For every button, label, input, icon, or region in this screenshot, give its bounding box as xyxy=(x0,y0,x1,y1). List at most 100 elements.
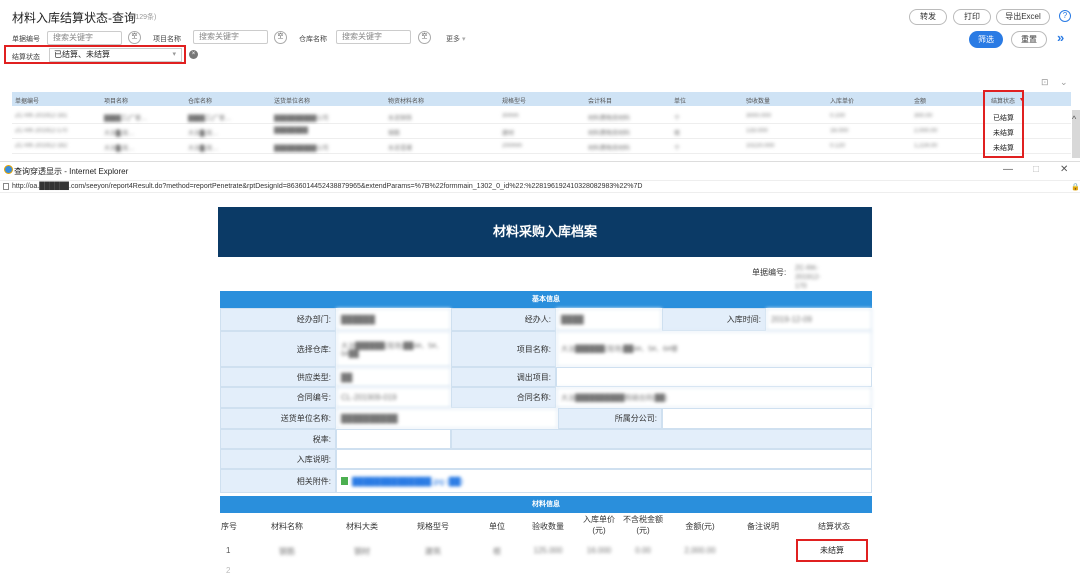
close-icon[interactable]: ✕ xyxy=(1060,164,1068,175)
grid-cell: 大治█(现… xyxy=(188,131,219,137)
grid-cell: 个 xyxy=(674,116,681,122)
grid-column-header[interactable]: 规格型号 xyxy=(502,96,526,105)
print-button[interactable]: 打印 xyxy=(953,9,991,25)
supplier-label: 送货单位名称: xyxy=(220,408,336,429)
transfer-project-value xyxy=(556,367,872,387)
forward-button[interactable]: 转发 xyxy=(909,9,947,25)
scroll-up-icon[interactable]: ^ xyxy=(1072,114,1076,124)
more-filters-link[interactable]: 更多 ▾ xyxy=(446,34,465,44)
export-icon[interactable]: ⊡ xyxy=(1041,77,1049,88)
grid-cell: ██████████公司 xyxy=(274,116,329,122)
supply-type-value: ██ xyxy=(336,367,451,387)
grid-column-header[interactable]: 会计科目 xyxy=(588,96,612,105)
grid-cell: 水泥混凝 xyxy=(388,146,413,152)
material-column-header: 不含税金额 (元) xyxy=(623,515,663,535)
grid-cell: ZC-RK-201912-162 xyxy=(15,143,68,149)
material-cell: 钢材 xyxy=(354,547,370,556)
grid-cell: 0.120 xyxy=(830,143,846,149)
grid-cell: ████工(广管… xyxy=(188,116,232,122)
ie-logo-icon xyxy=(4,165,13,174)
grid-cell: 3000.000 xyxy=(746,113,772,119)
material-cell: 2 xyxy=(226,566,231,575)
material-column-header: 材料名称 xyxy=(271,522,303,531)
empty-cell xyxy=(451,429,872,449)
clear-icon[interactable]: × xyxy=(189,50,198,59)
ie-titlebar xyxy=(0,161,1080,180)
minimize-icon[interactable]: — xyxy=(1003,164,1013,175)
warehouse-value: 大冶██████(现场)██4#、5#、6#██ xyxy=(336,331,451,367)
maximize-icon[interactable]: □ xyxy=(1033,164,1039,175)
contract-name-value: 大冶██████████购销合同(██) xyxy=(556,387,872,408)
contract-no-label: 合同编号: xyxy=(220,387,336,408)
page-title: 材料入库结算状态-查询 xyxy=(12,11,136,25)
material-column-header: 序号 xyxy=(221,522,237,531)
material-column-header: 材料大类 xyxy=(346,522,378,531)
material-column-header: 备注说明 xyxy=(747,522,779,531)
grid-cell: 大治█(现… xyxy=(188,146,219,152)
grid-row[interactable] xyxy=(12,110,1071,124)
grid-column-header[interactable]: 单据编号 xyxy=(15,96,39,105)
doc-no-empty-toggle[interactable]: 空 xyxy=(128,31,141,44)
supplier-value: ██████████ xyxy=(336,408,558,429)
status-cell: 未结算 xyxy=(796,539,868,562)
branch-value xyxy=(662,408,872,429)
material-cell: 0.00 xyxy=(635,546,651,555)
export-excel-button[interactable]: 导出Excel xyxy=(996,9,1050,25)
grid-column-header[interactable]: 验收数量 xyxy=(746,96,770,105)
grid-column-header[interactable]: 单位 xyxy=(674,96,686,105)
transfer-project-label: 调出项目: xyxy=(451,367,556,387)
doc-no-label: 单据编号: xyxy=(752,268,787,277)
filter-button[interactable]: 筛选 xyxy=(969,31,1003,48)
grid-column-header[interactable]: 项目名称 xyxy=(104,96,128,105)
in-note-label: 入库说明: xyxy=(220,449,336,469)
grid-column-header[interactable]: 金额 xyxy=(914,96,926,105)
chevron-down-icon[interactable]: ⌄ xyxy=(1060,77,1068,88)
grid-cell: ZC-RK-201912-170 xyxy=(15,128,68,134)
branch-label: 所属分公司: xyxy=(558,408,662,429)
supply-type-label: 供应类型: xyxy=(220,367,336,387)
in-note-value xyxy=(336,449,872,469)
grid-cell: 大治█(现… xyxy=(104,131,135,137)
record-count: (129条) xyxy=(133,14,157,21)
tax-rate-value xyxy=(336,429,451,449)
grid-cell: 200mm xyxy=(502,143,523,149)
grid-cell: 材料费物资材料 xyxy=(588,131,631,137)
grid-cell: 材料费物资材料 xyxy=(588,146,631,152)
grid-cell: 1,224.00 xyxy=(914,143,938,149)
contract-name-label: 合同名称: xyxy=(451,387,556,408)
project-label: 项目名称 xyxy=(153,36,181,43)
doc-no-search-input[interactable]: 搜索关键字 xyxy=(47,31,122,45)
address-bar[interactable]: http://oa.██████.com/seeyon/report4Resul… xyxy=(0,180,1080,193)
attachment-value[interactable]: ██████████████.jpg (██) xyxy=(336,469,872,493)
grid-cell: 根 xyxy=(674,131,681,137)
page-icon xyxy=(3,183,9,190)
grid-cell: ██████████公司 xyxy=(274,146,329,152)
grid-cell: 建材 xyxy=(502,131,515,137)
report-title: 材料采购入库档案 xyxy=(218,207,872,257)
reset-button[interactable]: 重置 xyxy=(1011,31,1047,48)
grid-column-header[interactable]: 仓库名称 xyxy=(188,96,212,105)
project-empty-toggle[interactable]: 空 xyxy=(274,31,287,44)
warehouse-search-input[interactable]: 搜索关键字 xyxy=(336,30,411,44)
warehouse-empty-toggle[interactable]: 空 xyxy=(418,31,431,44)
contract-no-value: CL-201909-019 xyxy=(336,387,451,408)
grid-cell: 16.000 xyxy=(830,128,849,134)
grid-column-header[interactable]: 送货单位名称 xyxy=(274,96,310,105)
attachment-link[interactable]: ██████████████.jpg (██) xyxy=(352,477,463,486)
grid-cell: 133.000 xyxy=(746,128,768,134)
grid-cell: 30mm xyxy=(502,113,519,119)
doc-no-value: ZC-RK-201912-170 xyxy=(795,265,821,290)
grid-row[interactable] xyxy=(12,125,1071,139)
handler-value: ████ xyxy=(556,308,662,331)
grid-column-header[interactable]: 物资材料名称 xyxy=(388,96,424,105)
grid-cell: 2,000.00 xyxy=(914,128,938,134)
attachment-label: 相关附件: xyxy=(220,469,336,493)
help-icon[interactable]: ? xyxy=(1059,10,1071,22)
grid-cell: ████████ xyxy=(274,128,309,134)
material-info-header: 材料信息 xyxy=(220,496,872,513)
grid-cell: 钢筋 xyxy=(388,131,401,137)
double-chevron-right-icon[interactable]: » xyxy=(1057,30,1064,45)
grid-row[interactable] xyxy=(12,140,1071,154)
grid-column-header[interactable]: 入库单价 xyxy=(830,96,854,105)
project-search-input[interactable]: 搜索关键字 xyxy=(193,30,268,44)
